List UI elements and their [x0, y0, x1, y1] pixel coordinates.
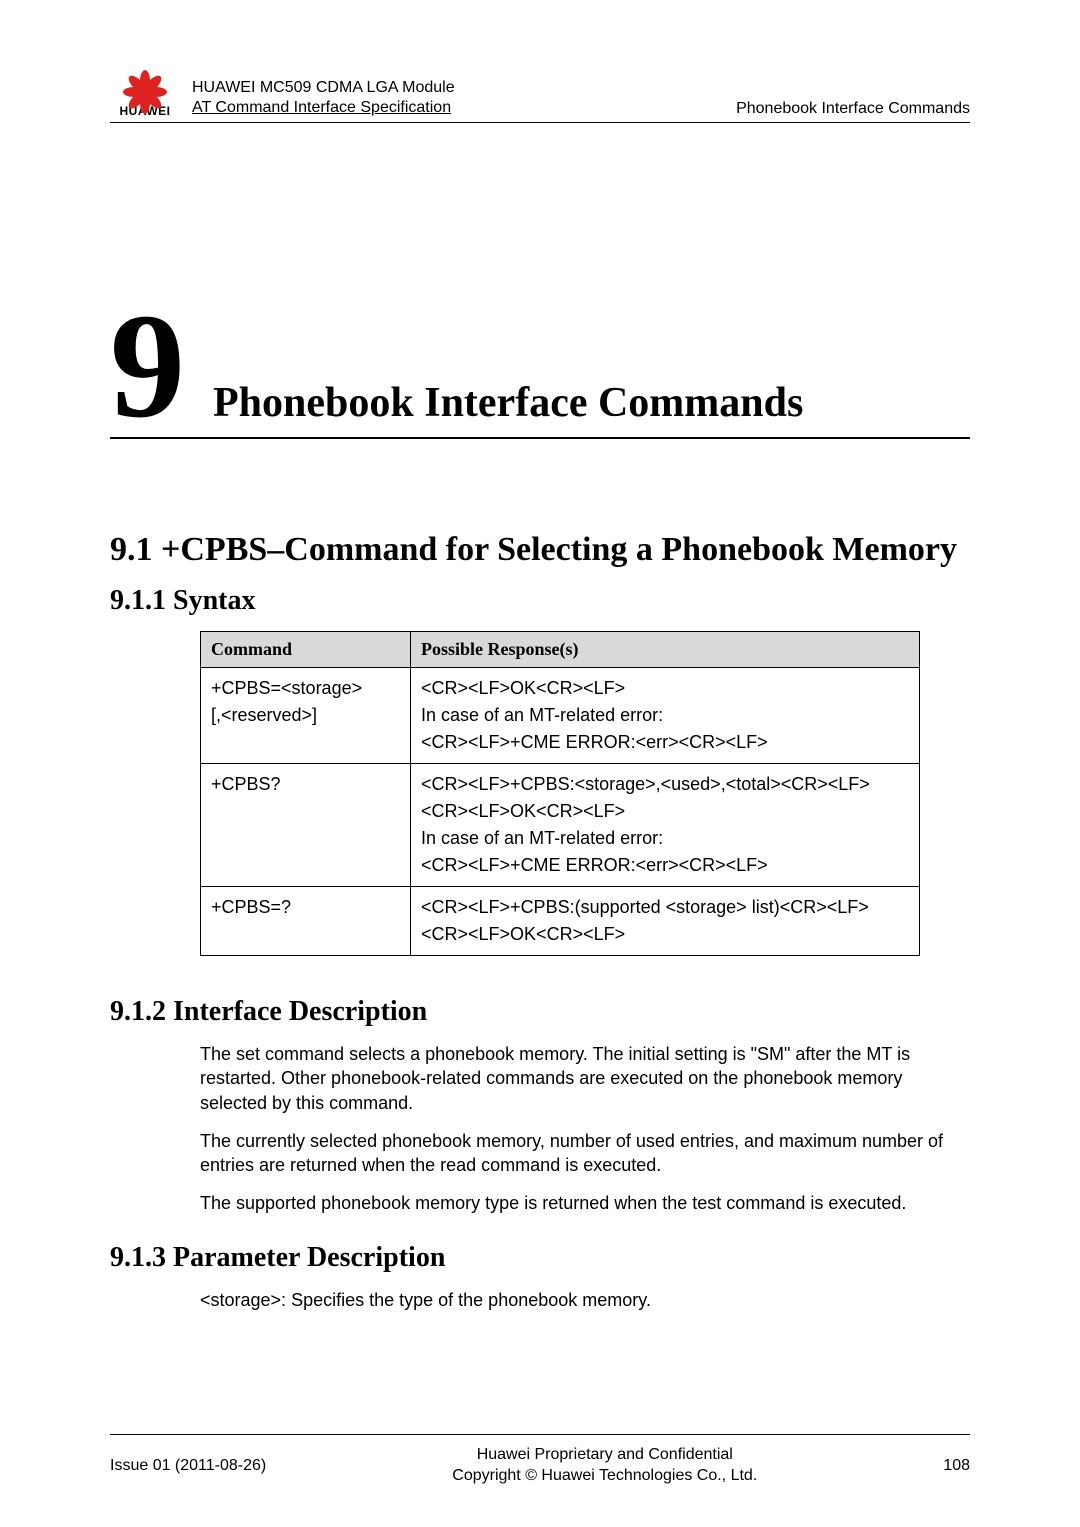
cell-command: +CPBS=? [201, 887, 411, 956]
cell-command: +CPBS? [201, 764, 411, 887]
page-footer: Issue 01 (2011-08-26) Huawei Proprietary… [110, 1445, 970, 1487]
footer-center-l2: Copyright © Huawei Technologies Co., Ltd… [266, 1466, 943, 1487]
header-titles: HUAWEI MC509 CDMA LGA Module AT Command … [192, 78, 736, 118]
param-desc-p1: <storage>: Specifies the type of the pho… [200, 1288, 970, 1312]
section-9-1-2-title: 9.1.2 Interface Description [110, 996, 970, 1028]
interface-desc-p1: The set command selects a phonebook memo… [200, 1042, 970, 1115]
cell-response: <CR><LF>+CPBS:(supported <storage> list)… [411, 887, 920, 956]
syntax-table: Command Possible Response(s) +CPBS=<stor… [200, 631, 920, 956]
header-right: Phonebook Interface Commands [736, 100, 970, 118]
footer-issue: Issue 01 (2011-08-26) [110, 1457, 266, 1475]
resp-text: <CR><LF>+CPBS:<storage>,<used>,<total><C… [421, 771, 909, 798]
resp-text: In case of an MT-related error: [421, 702, 909, 729]
section-9-1-title: 9.1 +CPBS–Command for Selecting a Phoneb… [110, 529, 970, 572]
table-row: +CPBS=<storage> [,<reserved>] <CR><LF>OK… [201, 668, 920, 764]
resp-text: <CR><LF>+CPBS:(supported <storage> list)… [421, 894, 909, 921]
chapter-title: Phonebook Interface Commands [213, 379, 803, 427]
interface-desc-p3: The supported phonebook memory type is r… [200, 1191, 970, 1215]
cmd-text: +CPBS? [211, 771, 400, 798]
cmd-text: +CPBS=? [211, 894, 400, 921]
th-command: Command [201, 632, 411, 668]
footer-center: Huawei Proprietary and Confidential Copy… [266, 1445, 943, 1487]
resp-text: In case of an MT-related error: [421, 825, 909, 852]
cell-response: <CR><LF>OK<CR><LF> In case of an MT-rela… [411, 668, 920, 764]
header-line2: AT Command Interface Specification [192, 98, 736, 118]
footer-rule [110, 1434, 970, 1435]
table-row: +CPBS=? <CR><LF>+CPBS:(supported <storag… [201, 887, 920, 956]
resp-text: <CR><LF>OK<CR><LF> [421, 798, 909, 825]
cmd-text: +CPBS=<storage> [211, 675, 400, 702]
chapter-number: 9 [110, 303, 185, 431]
resp-text: <CR><LF>+CME ERROR:<err><CR><LF> [421, 852, 909, 879]
footer-page-number: 108 [943, 1457, 970, 1475]
cell-response: <CR><LF>+CPBS:<storage>,<used>,<total><C… [411, 764, 920, 887]
cell-command: +CPBS=<storage> [,<reserved>] [201, 668, 411, 764]
resp-text: <CR><LF>OK<CR><LF> [421, 921, 909, 948]
table-row: +CPBS? <CR><LF>+CPBS:<storage>,<used>,<t… [201, 764, 920, 887]
huawei-logo-icon [119, 60, 171, 102]
huawei-logo: HUAWEI [110, 60, 180, 118]
page: HUAWEI HUAWEI MC509 CDMA LGA Module AT C… [0, 0, 1080, 1527]
resp-text: <CR><LF>+CME ERROR:<err><CR><LF> [421, 729, 909, 756]
th-response: Possible Response(s) [411, 632, 920, 668]
resp-text: <CR><LF>OK<CR><LF> [421, 675, 909, 702]
section-9-1-1-title: 9.1.1 Syntax [110, 585, 970, 617]
section-9-1-3-title: 9.1.3 Parameter Description [110, 1242, 970, 1274]
chapter-heading: 9 Phonebook Interface Commands [110, 303, 970, 439]
page-header: HUAWEI HUAWEI MC509 CDMA LGA Module AT C… [110, 60, 970, 123]
header-line1: HUAWEI MC509 CDMA LGA Module [192, 78, 736, 98]
footer-center-l1: Huawei Proprietary and Confidential [266, 1445, 943, 1466]
cmd-text: [,<reserved>] [211, 702, 400, 729]
interface-desc-p2: The currently selected phonebook memory,… [200, 1129, 970, 1178]
table-header-row: Command Possible Response(s) [201, 632, 920, 668]
